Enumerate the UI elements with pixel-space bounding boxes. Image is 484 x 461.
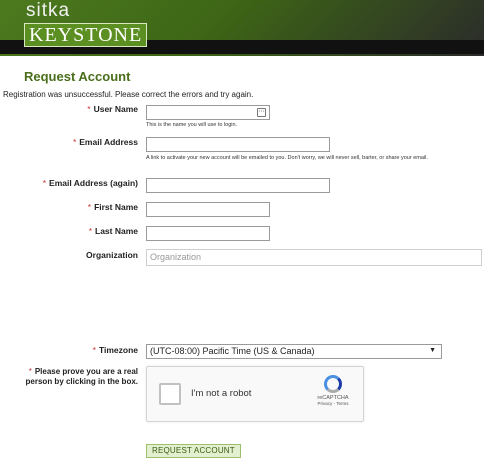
first-name-label: * First Name [87, 202, 138, 212]
dropdown-arrow-icon: ▼ [429, 347, 436, 354]
error-message: Registration was unsuccessful. Please co… [3, 90, 254, 99]
site-header: sitka KEYSTONE [0, 0, 484, 56]
captcha-label: * Please prove you are a real person by c… [25, 367, 138, 386]
recaptcha-links[interactable]: Privacy - Terms [311, 401, 355, 406]
recaptcha-widget: I'm not a robot reCAPTCHA Privacy - Term… [146, 366, 364, 422]
timezone-select[interactable]: (UTC-08:00) Pacific Time (US & Canada) ▼ [146, 344, 442, 359]
organization-label: Organization [86, 250, 138, 260]
last-name-label: * Last Name [88, 226, 138, 236]
recaptcha-logo: reCAPTCHA Privacy - Terms [311, 375, 355, 406]
brand-keystone-logo[interactable]: KEYSTONE [24, 23, 148, 47]
recaptcha-text: I'm not a robot [191, 388, 252, 399]
password-manager-icon[interactable]: ⋯ [257, 108, 266, 117]
timezone-label: * Timezone [92, 345, 138, 355]
email-help: A link to activate your new account will… [146, 155, 428, 161]
recaptcha-checkbox[interactable] [159, 383, 181, 405]
username-input[interactable]: ⋯ [146, 105, 270, 120]
request-account-button[interactable]: REQUEST ACCOUNT [146, 444, 241, 458]
username-label: * User Name [87, 104, 138, 114]
email-again-input[interactable] [146, 178, 330, 193]
page-title: Request Account [24, 69, 131, 84]
email-input[interactable] [146, 137, 330, 152]
brand-sitka: sitka [26, 0, 71, 21]
required-mark: * [87, 104, 91, 114]
username-help: This is the name you will use to login. [146, 122, 238, 128]
last-name-input[interactable] [146, 226, 270, 241]
first-name-input[interactable] [146, 202, 270, 217]
email-label: * Email Address [72, 137, 138, 147]
recaptcha-logo-icon [324, 375, 342, 393]
organization-input[interactable]: Organization [146, 249, 482, 266]
email-again-label: * Email Address (again) [42, 178, 138, 188]
